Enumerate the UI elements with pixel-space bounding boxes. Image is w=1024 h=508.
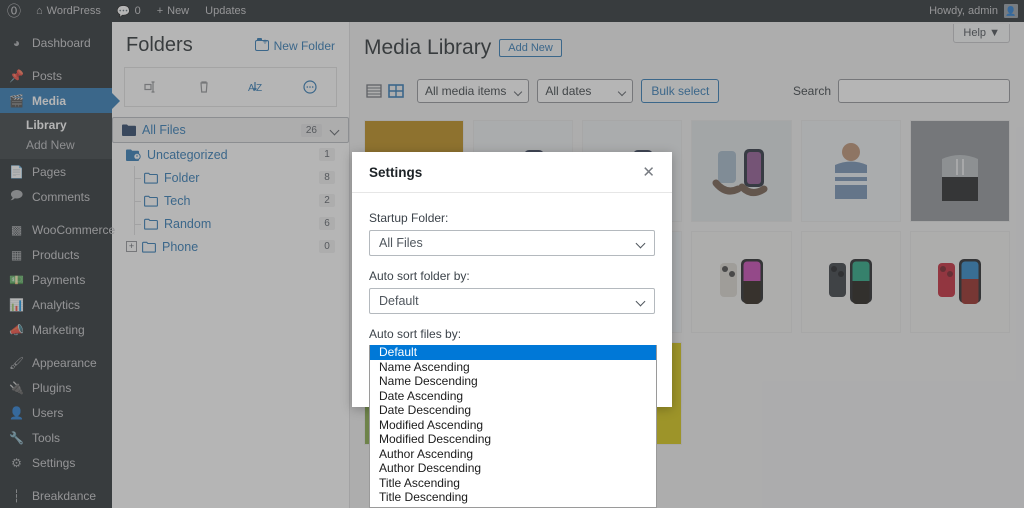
modal-title: Settings [369,164,423,180]
option-title-descending[interactable]: Title Descending [370,490,656,505]
option-author-ascending[interactable]: Author Ascending [370,447,656,462]
startup-folder-value: All Files [379,236,423,250]
auto-sort-folder-select[interactable]: Default [369,288,655,314]
modal-header: Settings ✕ [352,152,672,193]
field-label: Auto sort files by: [369,327,462,341]
option-title-ascending[interactable]: Title Ascending [370,476,656,491]
field-auto-sort-folder: Auto sort folder by: Default [369,269,655,314]
option-modified-ascending[interactable]: Modified Ascending [370,418,656,433]
option-name-ascending[interactable]: Name Ascending [370,360,656,375]
option-default[interactable]: Default [370,345,656,360]
option-date-descending[interactable]: Date Descending [370,403,656,418]
option-date-ascending[interactable]: Date Ascending [370,389,656,404]
option-author-descending[interactable]: Author Descending [370,461,656,476]
close-icon[interactable]: ✕ [642,165,655,180]
auto-sort-files-options-list: Default Name Ascending Name Descending D… [369,345,657,508]
field-startup-folder: Startup Folder: All Files [369,211,655,256]
field-label: Auto sort folder by: [369,269,470,283]
auto-sort-folder-value: Default [379,294,419,308]
option-modified-descending[interactable]: Modified Descending [370,432,656,447]
startup-folder-select[interactable]: All Files [369,230,655,256]
field-label: Startup Folder: [369,211,449,225]
option-name-descending[interactable]: Name Descending [370,374,656,389]
